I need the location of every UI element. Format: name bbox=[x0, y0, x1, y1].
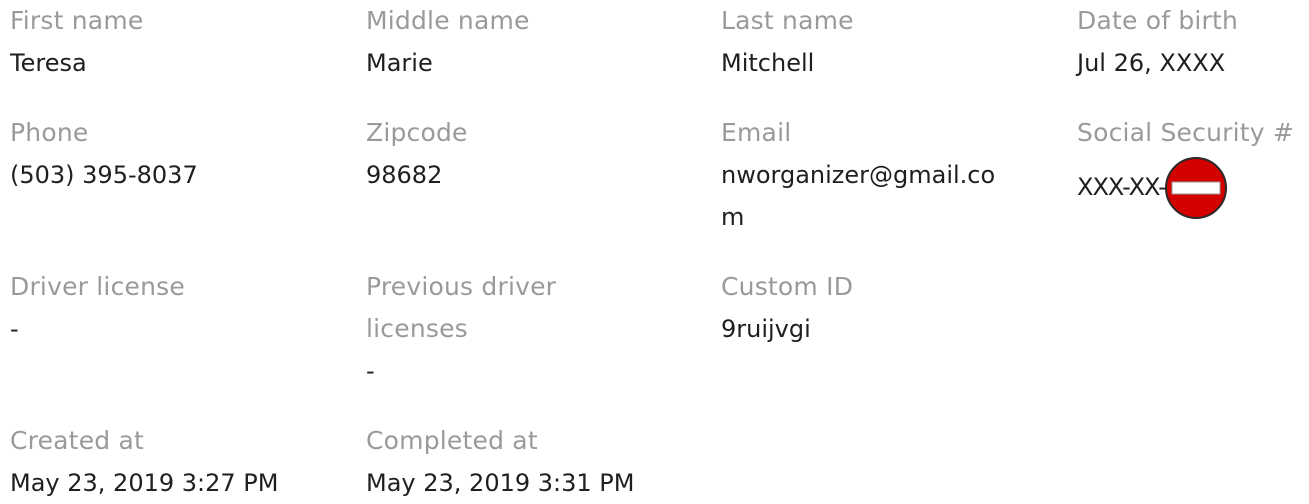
previous-driver-licenses-label: Previous driver licenses bbox=[366, 272, 557, 343]
last-name-field: Last name Mitchell bbox=[721, 0, 1021, 84]
custom-id-field: Custom ID 9ruijvgi bbox=[721, 266, 1021, 350]
date-of-birth-field: Date of birth Jul 26, XXXX bbox=[1077, 0, 1307, 84]
created-at-label: Created at bbox=[10, 426, 145, 455]
ssn-label: Social Security # bbox=[1077, 118, 1295, 147]
created-at-value: May 23, 2019 3:27 PM bbox=[10, 469, 279, 497]
zipcode-label: Zipcode bbox=[366, 118, 468, 147]
middle-name-field: Middle name Marie bbox=[366, 0, 666, 84]
zipcode-value: 98682 bbox=[366, 161, 443, 189]
first-name-label: First name bbox=[10, 6, 144, 35]
middle-name-label: Middle name bbox=[366, 6, 530, 35]
created-at-field: Created at May 23, 2019 3:27 PM bbox=[10, 420, 350, 504]
completed-at-field: Completed at May 23, 2019 3:31 PM bbox=[366, 420, 706, 504]
phone-label: Phone bbox=[10, 118, 89, 147]
zipcode-field: Zipcode 98682 bbox=[366, 112, 666, 196]
completed-at-label: Completed at bbox=[366, 426, 538, 455]
ssn-field: Social Security # XXX-XX- bbox=[1077, 112, 1309, 220]
email-label: Email bbox=[721, 118, 792, 147]
date-of-birth-label: Date of birth bbox=[1077, 6, 1239, 35]
first-name-value: Teresa bbox=[10, 49, 87, 77]
custom-id-label: Custom ID bbox=[721, 272, 854, 301]
email-value: nworganizer@gmail.com bbox=[721, 161, 996, 231]
driver-license-value: - bbox=[10, 315, 19, 343]
previous-driver-licenses-value: - bbox=[366, 357, 375, 385]
phone-value: (503) 395-8037 bbox=[10, 161, 198, 189]
completed-at-value: May 23, 2019 3:31 PM bbox=[366, 469, 635, 497]
middle-name-value: Marie bbox=[366, 49, 433, 77]
date-of-birth-value: Jul 26, XXXX bbox=[1077, 49, 1226, 77]
ssn-value-row: XXX-XX- bbox=[1077, 154, 1309, 220]
first-name-field: First name Teresa bbox=[10, 0, 310, 84]
driver-license-field: Driver license - bbox=[10, 266, 310, 350]
no-entry-icon-svg bbox=[1164, 157, 1227, 219]
driver-license-label: Driver license bbox=[10, 272, 185, 301]
last-name-label: Last name bbox=[721, 6, 854, 35]
last-name-value: Mitchell bbox=[721, 49, 815, 77]
email-field: Email nworganizer@gmail.com bbox=[721, 112, 1016, 238]
previous-driver-licenses-field: Previous driver licenses - bbox=[366, 266, 596, 392]
no-entry-icon bbox=[1164, 156, 1228, 220]
custom-id-value: 9ruijvgi bbox=[721, 315, 811, 343]
ssn-value: XXX-XX- bbox=[1077, 173, 1167, 201]
phone-field: Phone (503) 395-8037 bbox=[10, 112, 310, 196]
